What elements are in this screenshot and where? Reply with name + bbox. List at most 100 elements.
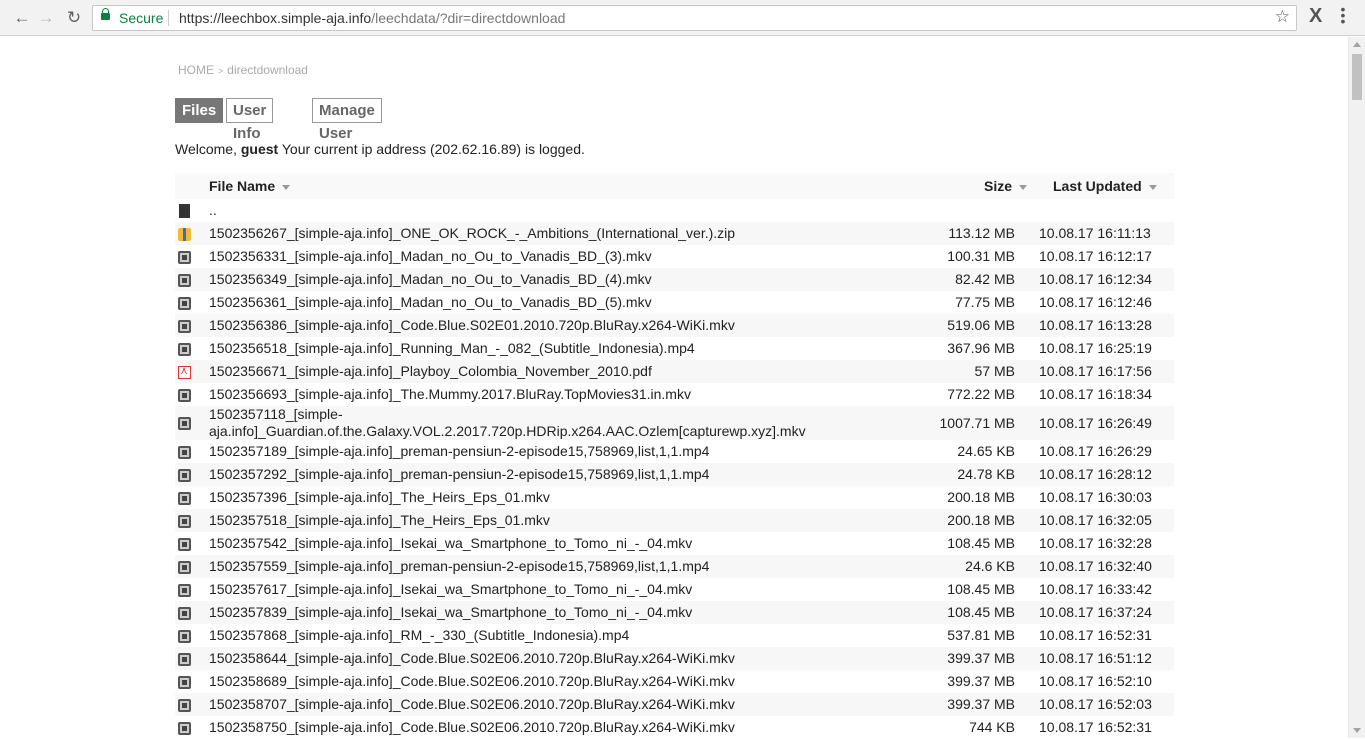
url-text[interactable]: https://leechbox.simple-aja.info/leechda… bbox=[179, 10, 565, 26]
forward-arrow-icon[interactable]: → bbox=[34, 6, 58, 30]
video-icon bbox=[178, 491, 191, 505]
file-name-link[interactable]: 1502357542_[simple-aja.info]_Isekai_wa_S… bbox=[209, 532, 889, 555]
table-row[interactable]: 1502357617_[simple-aja.info]_Isekai_wa_S… bbox=[175, 578, 1174, 601]
file-name-link[interactable]: 1502357559_[simple-aja.info]_preman-pens… bbox=[209, 555, 889, 578]
file-name-link[interactable]: 1502358750_[simple-aja.info]_Code.Blue.S… bbox=[209, 716, 889, 739]
table-row[interactable]: 1502357292_[simple-aja.info]_preman-pens… bbox=[175, 463, 1174, 486]
file-name-link[interactable]: 1502357396_[simple-aja.info]_The_Heirs_E… bbox=[209, 486, 889, 509]
table-row[interactable]: 1502358707_[simple-aja.info]_Code.Blue.S… bbox=[175, 693, 1174, 716]
table-row[interactable]: 1502358689_[simple-aja.info]_Code.Blue.S… bbox=[175, 670, 1174, 693]
file-name-link[interactable]: 1502358707_[simple-aja.info]_Code.Blue.S… bbox=[209, 693, 889, 716]
file-name-link[interactable]: 1502357118_[simple-aja.info]_Guardian.of… bbox=[209, 406, 889, 440]
file-icon-cell bbox=[175, 314, 209, 337]
file-name-link[interactable]: 1502357839_[simple-aja.info]_Isekai_wa_S… bbox=[209, 601, 889, 624]
file-name-link[interactable]: 1502358689_[simple-aja.info]_Code.Blue.S… bbox=[209, 670, 889, 693]
parent-folder-icon bbox=[179, 204, 190, 219]
video-icon bbox=[178, 273, 191, 287]
tab-files[interactable]: Files bbox=[175, 98, 224, 123]
file-icon-cell bbox=[175, 509, 209, 532]
file-icon-cell bbox=[175, 245, 209, 268]
table-row[interactable]: 1502357118_[simple-aja.info]_Guardian.of… bbox=[175, 406, 1174, 440]
scroll-thumb[interactable] bbox=[1352, 54, 1362, 100]
video-icon bbox=[178, 560, 191, 574]
file-size: 399.37 MB bbox=[947, 673, 1015, 689]
table-row[interactable]: 1502357559_[simple-aja.info]_preman-pens… bbox=[175, 555, 1174, 578]
scroll-down-arrow-icon[interactable] bbox=[1353, 728, 1361, 733]
bookmark-star-icon[interactable]: ☆ bbox=[1275, 7, 1290, 27]
file-icon-cell bbox=[175, 601, 209, 624]
file-last-updated: 10.08.17 16:52:03 bbox=[1039, 693, 1174, 716]
video-icon bbox=[178, 629, 191, 643]
file-name-link[interactable]: 1502356386_[simple-aja.info]_Code.Blue.S… bbox=[209, 314, 889, 337]
table-row[interactable]: 1502357839_[simple-aja.info]_Isekai_wa_S… bbox=[175, 601, 1174, 624]
extension-x-icon[interactable]: X bbox=[1309, 5, 1322, 28]
file-icon-cell bbox=[175, 337, 209, 360]
file-icon-cell bbox=[175, 716, 209, 739]
file-name-link[interactable]: 1502357189_[simple-aja.info]_preman-pens… bbox=[209, 440, 889, 463]
file-name-link[interactable]: 1502357518_[simple-aja.info]_The_Heirs_E… bbox=[209, 509, 889, 532]
parent-directory-row[interactable]: .. bbox=[175, 199, 1174, 222]
table-row[interactable]: 1502357189_[simple-aja.info]_preman-pens… bbox=[175, 440, 1174, 463]
file-name-link[interactable]: 1502356518_[simple-aja.info]_Running_Man… bbox=[209, 337, 889, 360]
url-host: https://leechbox.simple-aja.info bbox=[179, 10, 372, 26]
table-row[interactable]: 1502357396_[simple-aja.info]_The_Heirs_E… bbox=[175, 486, 1174, 509]
table-row[interactable]: 1502358644_[simple-aja.info]_Code.Blue.S… bbox=[175, 647, 1174, 670]
header-last-updated[interactable]: Last Updated bbox=[1039, 173, 1174, 199]
file-name-link[interactable]: 1502357617_[simple-aja.info]_Isekai_wa_S… bbox=[209, 578, 889, 601]
file-size: 77.75 MB bbox=[955, 294, 1015, 310]
file-name-link[interactable]: 1502357292_[simple-aja.info]_preman-pens… bbox=[209, 463, 889, 486]
file-name-link[interactable]: 1502356361_[simple-aja.info]_Madan_no_Ou… bbox=[209, 291, 889, 314]
tab-user-info[interactable]: User Info bbox=[226, 98, 274, 142]
file-last-updated: 10.08.17 16:12:46 bbox=[1039, 294, 1152, 310]
reload-icon[interactable]: ↻ bbox=[62, 6, 86, 30]
file-name-link[interactable]: 1502356349_[simple-aja.info]_Madan_no_Ou… bbox=[209, 268, 889, 291]
back-arrow-icon[interactable]: ← bbox=[10, 6, 34, 30]
tab-manage-user[interactable]: Manage User bbox=[312, 98, 382, 142]
file-icon-cell bbox=[175, 383, 209, 406]
table-row[interactable]: 1502356349_[simple-aja.info]_Madan_no_Ou… bbox=[175, 268, 1174, 291]
table-row[interactable]: 1502357518_[simple-aja.info]_The_Heirs_E… bbox=[175, 509, 1174, 532]
breadcrumb-current[interactable]: directdownload bbox=[227, 63, 308, 77]
file-size: 82.42 MB bbox=[889, 268, 1039, 291]
breadcrumb-home[interactable]: HOME bbox=[178, 63, 214, 77]
file-name-link[interactable]: 1502358644_[simple-aja.info]_Code.Blue.S… bbox=[209, 647, 889, 670]
video-icon bbox=[178, 342, 191, 356]
parent-directory-link[interactable]: .. bbox=[209, 199, 889, 222]
table-row[interactable]: 1502357542_[simple-aja.info]_Isekai_wa_S… bbox=[175, 532, 1174, 555]
table-row[interactable]: 1502356267_[simple-aja.info]_ONE_OK_ROCK… bbox=[175, 222, 1174, 245]
menu-dots-icon[interactable]: • • • bbox=[1340, 2, 1346, 28]
header-icon-cell bbox=[175, 173, 209, 199]
table-row[interactable]: 1502356361_[simple-aja.info]_Madan_no_Ou… bbox=[175, 291, 1174, 314]
video-icon bbox=[178, 319, 191, 333]
scroll-up-arrow-icon[interactable] bbox=[1353, 42, 1361, 47]
table-row[interactable]: 1502357868_[simple-aja.info]_RM_-_330_(S… bbox=[175, 624, 1174, 647]
file-name-link[interactable]: 1502356671_[simple-aja.info]_Playboy_Col… bbox=[209, 360, 889, 383]
file-name-link[interactable]: 1502356693_[simple-aja.info]_The.Mummy.2… bbox=[209, 383, 889, 406]
video-icon bbox=[178, 468, 191, 482]
file-last-updated: 10.08.17 16:25:19 bbox=[1039, 340, 1152, 356]
header-file-name[interactable]: File Name bbox=[209, 173, 889, 199]
file-name-link[interactable]: 1502356267_[simple-aja.info]_ONE_OK_ROCK… bbox=[209, 222, 889, 245]
header-size[interactable]: Size bbox=[889, 173, 1039, 199]
file-name-link[interactable]: 1502357868_[simple-aja.info]_RM_-_330_(S… bbox=[209, 624, 889, 647]
lock-icon bbox=[101, 8, 110, 20]
page-scrollbar[interactable] bbox=[1348, 37, 1365, 738]
video-icon bbox=[178, 296, 191, 310]
url-path: /leechdata/?dir=directdownload bbox=[371, 10, 566, 26]
video-icon bbox=[178, 698, 191, 712]
file-name-link[interactable]: 1502356331_[simple-aja.info]_Madan_no_Ou… bbox=[209, 245, 889, 268]
welcome-text: Your current ip address (202.62.16.89) i… bbox=[281, 141, 585, 157]
video-icon bbox=[178, 445, 191, 459]
video-icon bbox=[178, 417, 191, 431]
table-row[interactable]: 1502356331_[simple-aja.info]_Madan_no_Ou… bbox=[175, 245, 1174, 268]
video-icon bbox=[178, 388, 191, 402]
file-icon-cell bbox=[175, 291, 209, 314]
table-row[interactable]: 1502356671_[simple-aja.info]_Playboy_Col… bbox=[175, 360, 1174, 383]
table-row[interactable]: 1502358750_[simple-aja.info]_Code.Blue.S… bbox=[175, 716, 1174, 739]
address-bar[interactable]: Secure https://leechbox.simple-aja.info/… bbox=[92, 5, 1297, 31]
table-row[interactable]: 1502356693_[simple-aja.info]_The.Mummy.2… bbox=[175, 383, 1174, 406]
file-icon-cell bbox=[175, 486, 209, 509]
table-row[interactable]: 1502356386_[simple-aja.info]_Code.Blue.S… bbox=[175, 314, 1174, 337]
file-last-updated: 10.08.17 16:37:24 bbox=[1039, 601, 1174, 624]
table-row[interactable]: 1502356518_[simple-aja.info]_Running_Man… bbox=[175, 337, 1174, 360]
